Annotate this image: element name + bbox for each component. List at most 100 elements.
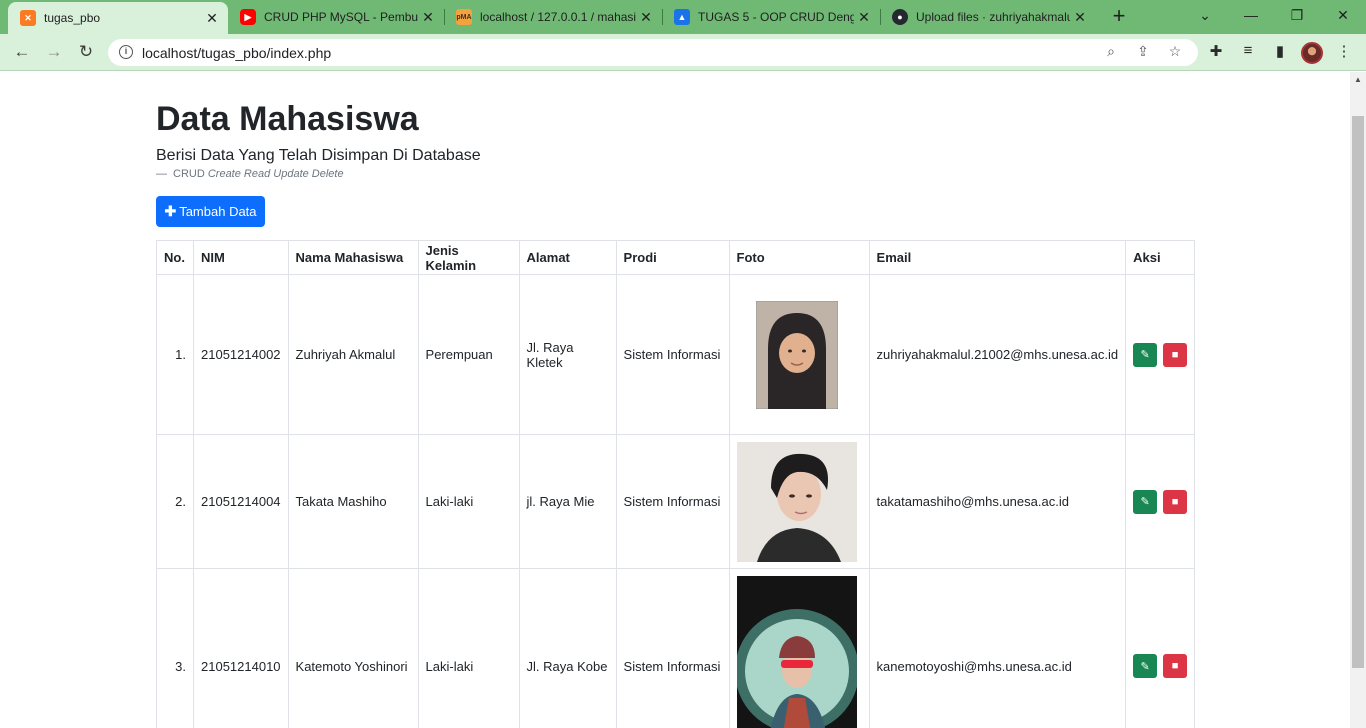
cell-aksi: ✎ ■ <box>1125 434 1196 569</box>
cell-foto <box>728 434 870 569</box>
action-group: ✎ ■ <box>1133 654 1188 678</box>
header-prodi: Prodi <box>615 240 730 275</box>
header-nim: NIM <box>193 240 289 275</box>
cell-email: kanemotoyoshi@mhs.unesa.ac.id <box>868 568 1127 728</box>
trash-icon: ■ <box>1171 348 1179 361</box>
table-row: 1. 21051214002 Zuhriyah Akmalul Perempua… <box>156 274 1196 435</box>
page-scrollbar[interactable]: ▲ <box>1350 72 1366 728</box>
page-title: Data Mahasiswa <box>156 100 419 138</box>
tab-classroom[interactable]: ▲ TUGAS 5 - OOP CRUD Denga ✕ <box>662 0 880 34</box>
edit-button[interactable]: ✎ <box>1133 489 1158 514</box>
header-email: Email <box>868 240 1127 275</box>
tab-tugas-pbo[interactable]: ✕ tugas_pbo ✕ <box>8 2 228 34</box>
tab-youtube[interactable]: ▶ CRUD PHP MySQL - Pembuat ✕ <box>228 0 444 34</box>
tab-title: CRUD PHP MySQL - Pembuat <box>264 10 418 24</box>
reload-icon[interactable]: ↻ <box>75 41 97 63</box>
header-no: No. <box>156 240 194 275</box>
table-header-row: No. NIM Nama Mahasiswa Jenis Kelamin Ala… <box>156 240 1196 275</box>
tab-title: tugas_pbo <box>44 11 101 25</box>
cell-prodi: Sistem Informasi <box>615 274 730 435</box>
cell-prodi: Sistem Informasi <box>615 434 730 569</box>
add-data-button[interactable]: ✚ Tambah Data <box>156 196 265 227</box>
tab-search-chevron-icon[interactable]: ⌄ <box>1182 0 1228 30</box>
tab-title: TUGAS 5 - OOP CRUD Denga <box>698 10 854 24</box>
header-alamat: Alamat <box>518 240 617 275</box>
crud-note: — CRUD Create Read Update Delete <box>156 168 344 180</box>
minimize-icon[interactable]: — <box>1228 0 1274 30</box>
xampp-icon: ✕ <box>20 10 36 26</box>
cell-alamat: Jl. Raya Kobe <box>518 568 617 728</box>
cell-prodi: Sistem Informasi <box>615 568 730 728</box>
pencil-icon: ✎ <box>1140 349 1150 361</box>
close-window-icon[interactable]: ✕ <box>1320 0 1366 30</box>
forward-arrow-icon[interactable]: → <box>43 41 65 63</box>
trash-icon: ■ <box>1171 495 1179 508</box>
page-subtitle: Berisi Data Yang Telah Disimpan Di Datab… <box>156 147 481 164</box>
student-table: No. NIM Nama Mahasiswa Jenis Kelamin Ala… <box>156 240 1196 728</box>
student-photo <box>736 576 857 728</box>
url-text[interactable]: localhost/tugas_pbo/index.php <box>142 45 331 61</box>
cell-no: 2. <box>156 434 194 569</box>
cell-foto <box>728 274 870 435</box>
scroll-up-arrow-icon[interactable]: ▲ <box>1354 75 1362 84</box>
cell-jenis-kelamin: Perempuan <box>417 274 520 435</box>
phpmyadmin-icon: pMA <box>456 9 472 25</box>
cell-no: 3. <box>156 568 194 728</box>
note-prefix: CRUD <box>173 168 205 180</box>
cell-jenis-kelamin: Laki-laki <box>417 568 520 728</box>
cell-nama: Zuhriyah Akmalul <box>287 274 419 435</box>
side-panel-icon[interactable]: ▮ <box>1270 42 1290 62</box>
profile-avatar[interactable] <box>1301 42 1323 64</box>
reading-list-icon[interactable]: ≡ <box>1238 42 1258 62</box>
cell-jenis-kelamin: Laki-laki <box>417 434 520 569</box>
site-info-icon[interactable]: i <box>119 45 133 59</box>
tab-phpmyadmin[interactable]: pMA localhost / 127.0.0.1 / mahasi ✕ <box>444 0 662 34</box>
restore-icon[interactable]: ❐ <box>1274 0 1320 30</box>
edit-button[interactable]: ✎ <box>1133 342 1158 367</box>
cell-alamat: Jl. Raya Kletek <box>518 274 617 435</box>
action-group: ✎ ■ <box>1133 342 1188 367</box>
delete-button[interactable]: ■ <box>1163 654 1188 678</box>
close-tab-icon[interactable]: ✕ <box>202 10 222 27</box>
cell-nim: 21051214010 <box>193 568 289 728</box>
table-row: 3. 21051214010 Katemoto Yoshinori Laki-l… <box>156 568 1196 728</box>
edit-button[interactable]: ✎ <box>1133 654 1158 678</box>
action-group: ✎ ■ <box>1133 489 1188 514</box>
share-icon[interactable]: ⇪ <box>1134 43 1152 61</box>
github-icon: ● <box>892 9 908 25</box>
youtube-icon: ▶ <box>240 9 256 25</box>
cell-nim: 21051214002 <box>193 274 289 435</box>
delete-button[interactable]: ■ <box>1163 342 1188 367</box>
zoom-icon[interactable]: ⌕ <box>1102 43 1120 61</box>
cell-nama: Katemoto Yoshinori <box>287 568 419 728</box>
plus-icon: ✚ <box>164 203 177 219</box>
address-bar[interactable]: i localhost/tugas_pbo/index.php ⌕ ⇪ ☆ <box>108 39 1198 66</box>
extensions-icon[interactable]: ✚ <box>1206 42 1226 62</box>
close-tab-icon[interactable]: ✕ <box>1070 9 1090 26</box>
cell-email: zuhriyahakmalul.21002@mhs.unesa.ac.id <box>868 274 1127 435</box>
table-row: 2. 21051214004 Takata Mashiho Laki-laki … <box>156 434 1196 569</box>
classroom-icon: ▲ <box>674 9 690 25</box>
header-nama: Nama Mahasiswa <box>287 240 419 275</box>
menu-dots-icon[interactable]: ⋮ <box>1334 42 1354 62</box>
browser-toolbar: ← → ↻ i localhost/tugas_pbo/index.php ⌕ … <box>0 34 1366 71</box>
cell-no: 1. <box>156 274 194 435</box>
tab-strip: ✕ tugas_pbo ✕ ▶ CRUD PHP MySQL - Pembuat… <box>0 0 1366 34</box>
close-tab-icon[interactable]: ✕ <box>636 9 656 26</box>
pencil-icon: ✎ <box>1140 660 1150 673</box>
cell-nim: 21051214004 <box>193 434 289 569</box>
cell-foto <box>728 568 870 728</box>
cell-nama: Takata Mashiho <box>287 434 419 569</box>
close-tab-icon[interactable]: ✕ <box>854 9 874 26</box>
cell-aksi: ✎ ■ <box>1125 568 1196 728</box>
back-arrow-icon[interactable]: ← <box>11 41 33 63</box>
tab-github[interactable]: ● Upload files · zuhriyahakmalu ✕ <box>880 0 1096 34</box>
delete-button[interactable]: ■ <box>1163 489 1188 514</box>
close-tab-icon[interactable]: ✕ <box>418 9 438 26</box>
scrollbar-thumb[interactable] <box>1352 116 1364 668</box>
new-tab-icon[interactable]: + <box>1108 5 1130 27</box>
student-photo <box>736 441 857 562</box>
tab-title: localhost / 127.0.0.1 / mahasi <box>480 10 636 24</box>
bookmark-star-icon[interactable]: ☆ <box>1166 43 1184 61</box>
cell-email: takatamashiho@mhs.unesa.ac.id <box>868 434 1127 569</box>
